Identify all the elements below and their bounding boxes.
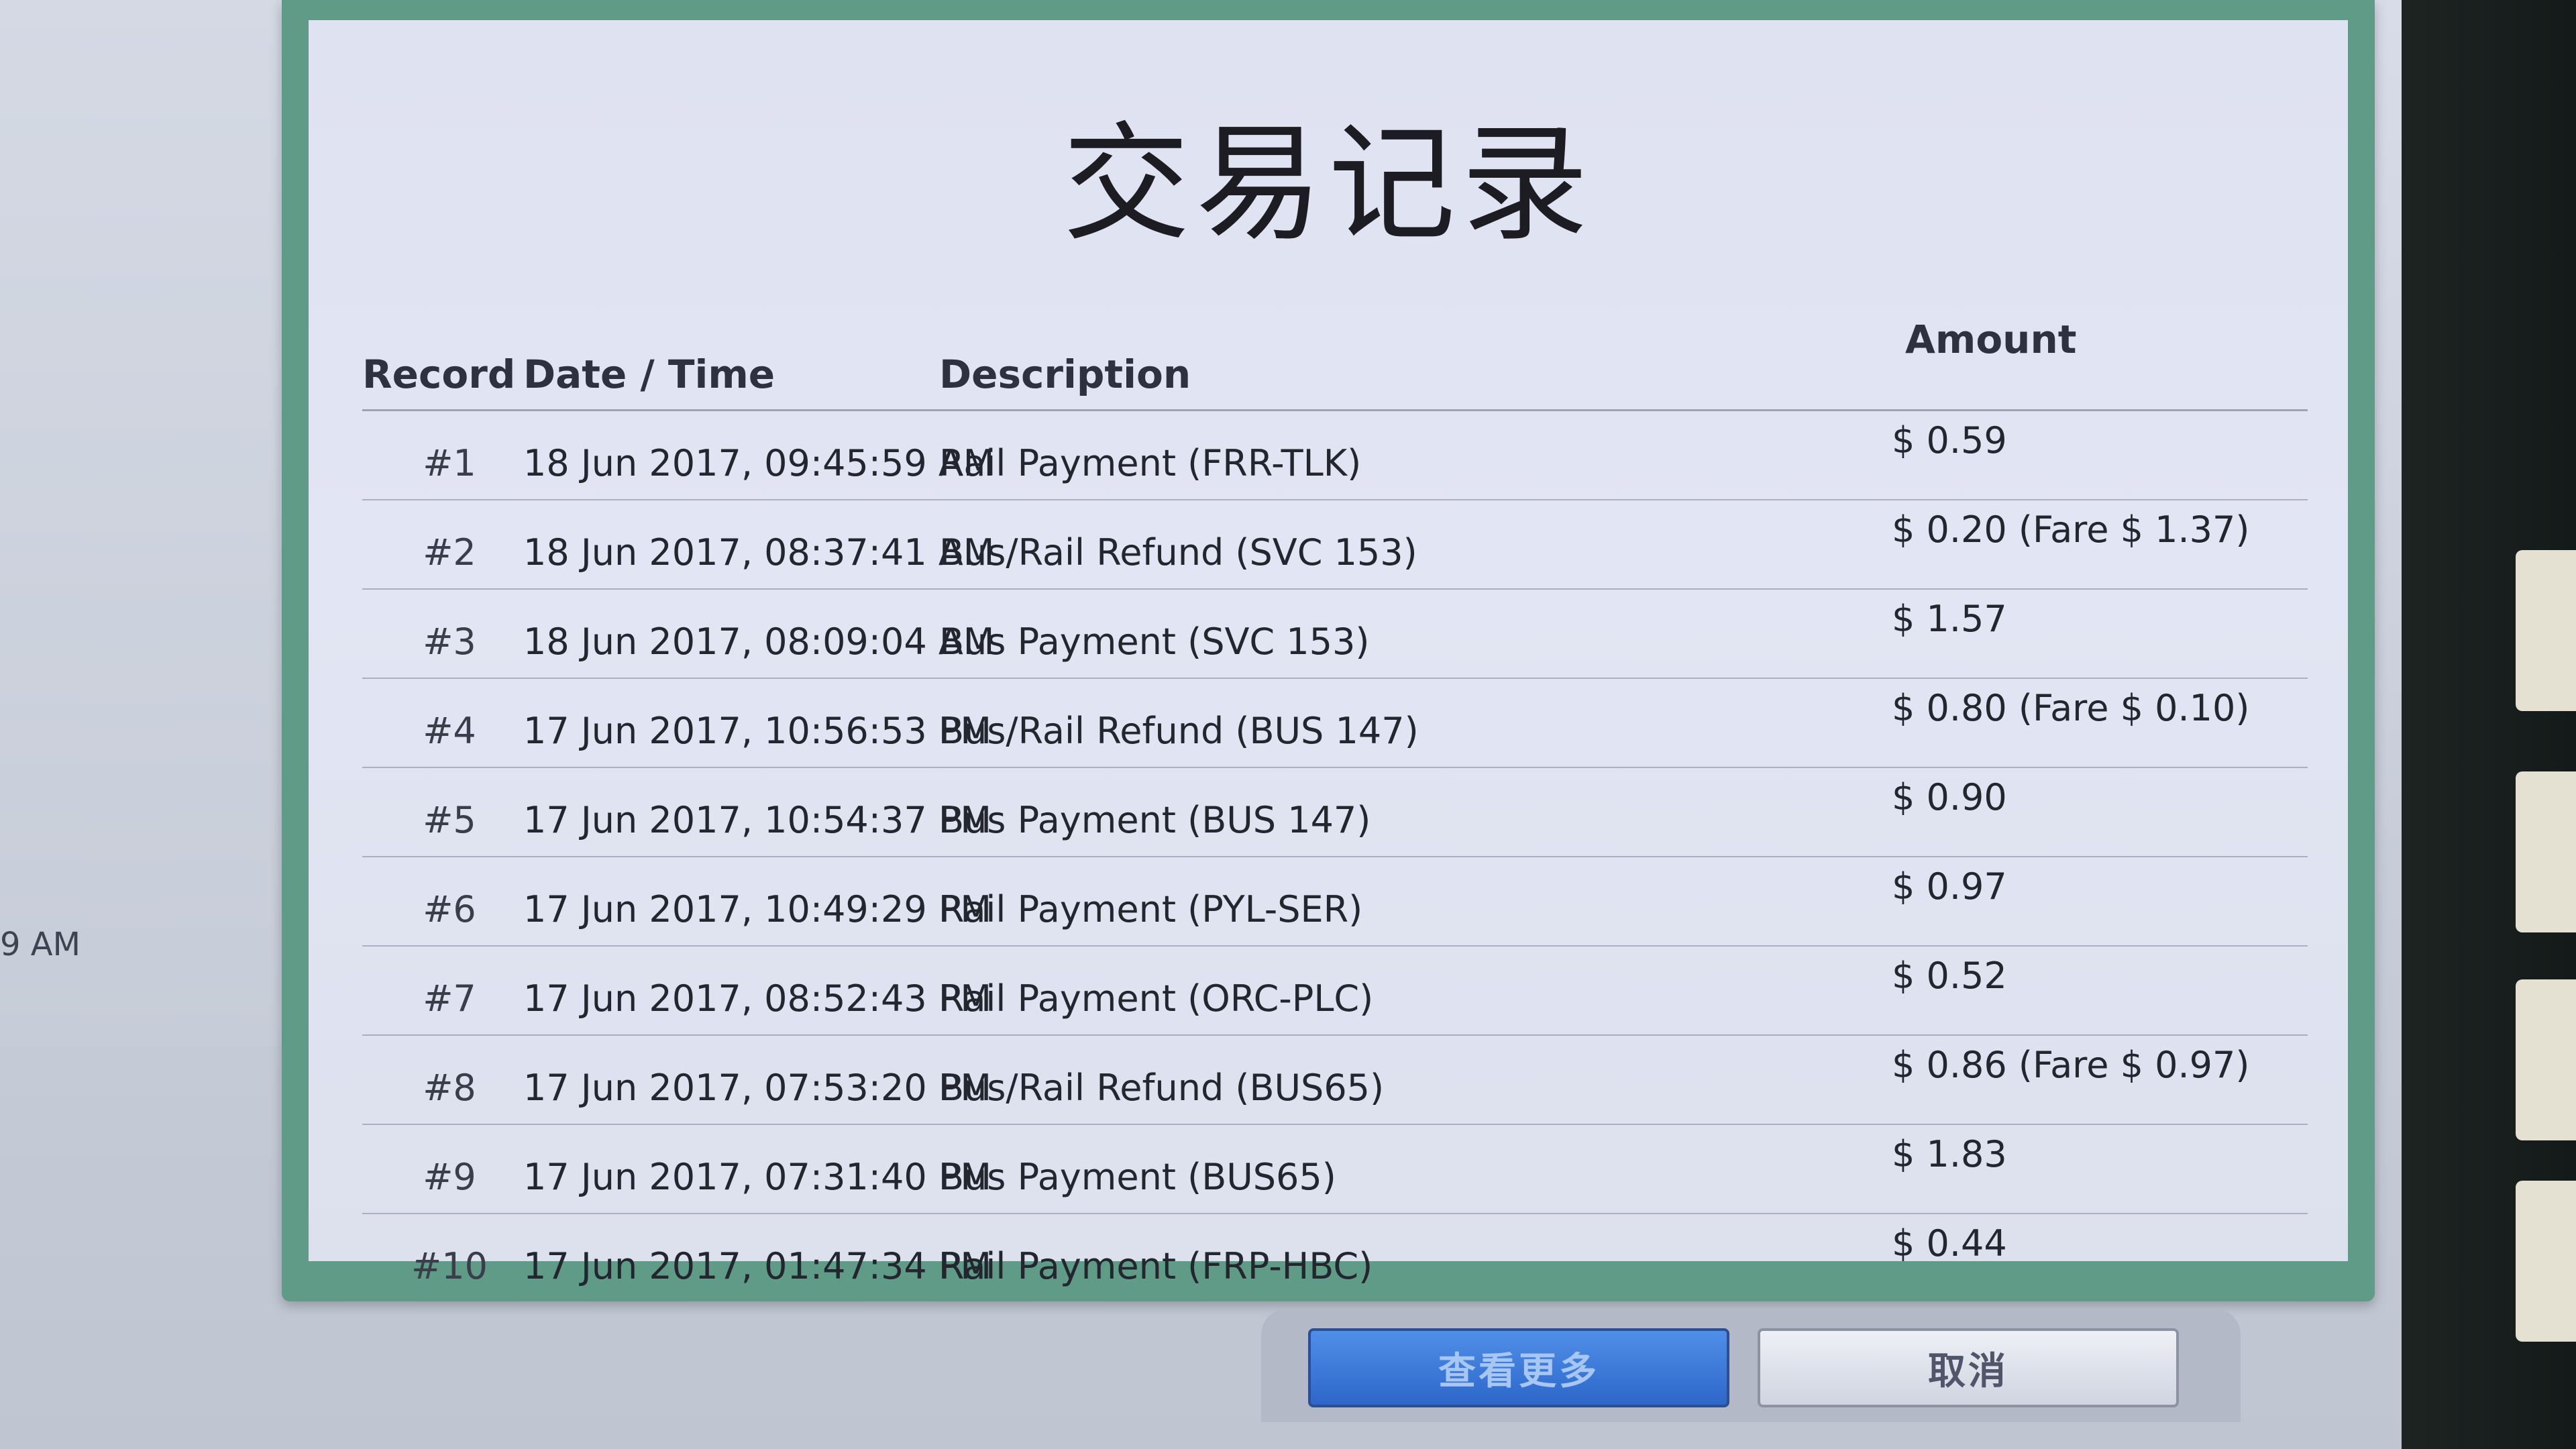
record-number: #1 (423, 442, 476, 484)
record-number: #6 (423, 888, 476, 930)
record-datetime: 17 Jun 2017, 07:31:40 PM (523, 1156, 992, 1198)
record-number: #4 (423, 710, 476, 752)
record-description: Rail Payment (PYL-SER) (939, 888, 1363, 930)
record-number: #5 (423, 799, 476, 841)
record-description: Bus/Rail Refund (BUS 147) (939, 710, 1419, 752)
dialog-title: 交易记录 (1062, 110, 1594, 258)
table-row: #5 17 Jun 2017, 10:54:37 PM Bus Payment … (362, 768, 2308, 857)
record-description: Bus/Rail Refund (BUS65) (939, 1067, 1385, 1109)
record-datetime: 18 Jun 2017, 08:37:41 AM (523, 531, 995, 574)
record-datetime: 18 Jun 2017, 08:09:04 AM (523, 621, 995, 663)
record-datetime: 17 Jun 2017, 01:47:34 PM (523, 1245, 992, 1287)
bezel-key-3[interactable] (2516, 979, 2576, 1140)
bezel-key-4[interactable] (2516, 1181, 2576, 1342)
table-row: #4 17 Jun 2017, 10:56:53 PM Bus/Rail Ref… (362, 679, 2308, 768)
record-amount: $ 0.59 (1892, 419, 2007, 462)
record-number: #10 (411, 1245, 488, 1287)
record-number: #8 (423, 1067, 476, 1109)
record-description: Bus/Rail Refund (SVC 153) (939, 531, 1417, 574)
record-number: #9 (423, 1156, 476, 1198)
record-amount: $ 1.57 (1892, 598, 2007, 640)
record-description: Bus Payment (BUS65) (939, 1156, 1336, 1198)
record-amount: $ 0.20 (Fare $ 1.37) (1892, 508, 2250, 551)
view-more-button[interactable]: 查看更多 (1308, 1328, 1729, 1407)
table-header: Record Date / Time Description Amount (362, 302, 2308, 411)
table-row: #9 17 Jun 2017, 07:31:40 PM Bus Payment … (362, 1125, 2308, 1214)
record-description: Bus Payment (SVC 153) (939, 621, 1370, 663)
header-description: Description (939, 352, 1191, 397)
record-amount: $ 1.83 (1892, 1133, 2007, 1175)
record-number: #3 (423, 621, 476, 663)
record-amount: $ 0.52 (1892, 955, 2007, 997)
record-datetime: 17 Jun 2017, 08:52:43 PM (523, 977, 992, 1020)
table-row: #2 18 Jun 2017, 08:37:41 AM Bus/Rail Ref… (362, 500, 2308, 590)
table-row: #10 17 Jun 2017, 01:47:34 PM Rail Paymen… (362, 1214, 2308, 1302)
table-row: #3 18 Jun 2017, 08:09:04 AM Bus Payment … (362, 590, 2308, 679)
record-description: Rail Payment (FRR-TLK) (939, 442, 1362, 484)
record-description: Bus Payment (BUS 147) (939, 799, 1371, 841)
header-amount: Amount (1905, 317, 2077, 362)
record-amount: $ 0.80 (Fare $ 0.10) (1892, 687, 2250, 729)
bezel-key-2[interactable] (2516, 771, 2576, 932)
header-record: Record (362, 352, 516, 397)
record-amount: $ 0.44 (1892, 1222, 2007, 1265)
record-amount: $ 0.90 (1892, 776, 2007, 818)
record-datetime: 17 Jun 2017, 10:49:29 PM (523, 888, 992, 930)
record-datetime: 18 Jun 2017, 09:45:59 AM (523, 442, 995, 484)
transaction-table: Record Date / Time Description Amount #1… (362, 302, 2308, 1302)
table-row: #7 17 Jun 2017, 08:52:43 PM Rail Payment… (362, 947, 2308, 1036)
transaction-history-dialog: 交易记录 Record Date / Time Description Amou… (282, 0, 2375, 1301)
record-number: #7 (423, 977, 476, 1020)
record-datetime: 17 Jun 2017, 07:53:20 PM (523, 1067, 992, 1109)
record-amount: $ 0.86 (Fare $ 0.97) (1892, 1044, 2250, 1086)
table-row: #6 17 Jun 2017, 10:49:29 PM Rail Payment… (362, 857, 2308, 947)
record-description: Rail Payment (FRP-HBC) (939, 1245, 1373, 1287)
table-row: #8 17 Jun 2017, 07:53:20 PM Bus/Rail Ref… (362, 1036, 2308, 1125)
dialog-body: 交易记录 Record Date / Time Description Amou… (309, 20, 2348, 1287)
record-number: #2 (423, 531, 476, 574)
record-datetime: 17 Jun 2017, 10:56:53 PM (523, 710, 992, 752)
record-description: Rail Payment (ORC-PLC) (939, 977, 1374, 1020)
header-datetime: Date / Time (523, 352, 775, 397)
record-amount: $ 0.97 (1892, 865, 2007, 908)
record-datetime: 17 Jun 2017, 10:54:37 PM (523, 799, 992, 841)
kiosk-screen: 9 AM 交易记录 Record Date / Time Description… (0, 0, 2576, 1449)
bezel-key-1[interactable] (2516, 550, 2576, 711)
table-row: #1 18 Jun 2017, 09:45:59 AM Rail Payment… (362, 411, 2308, 500)
background-time-fragment: 9 AM (0, 926, 81, 963)
cancel-button[interactable]: 取消 (1758, 1328, 2179, 1407)
